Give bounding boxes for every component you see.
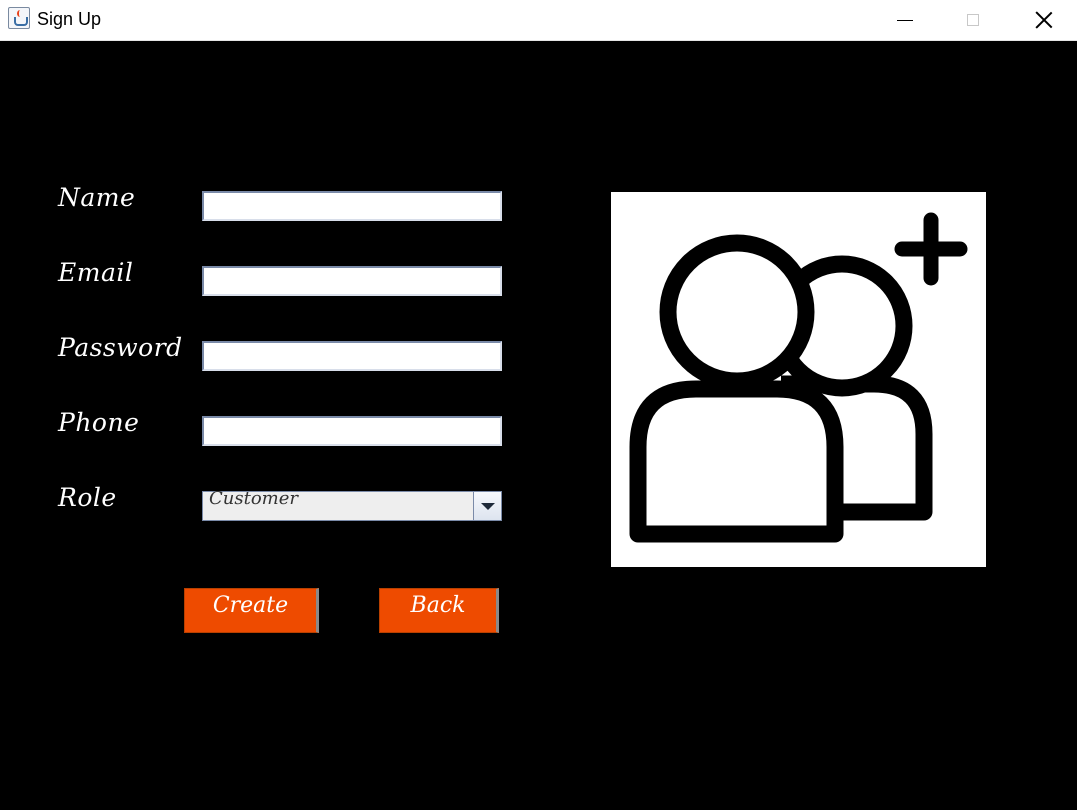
- add-users-illustration: [611, 192, 986, 567]
- email-label: Email: [58, 258, 134, 287]
- name-label: Name: [58, 183, 136, 212]
- name-field[interactable]: [202, 191, 502, 221]
- minimize-icon: [897, 19, 913, 21]
- title-bar: Sign Up: [0, 0, 1077, 41]
- close-button[interactable]: [1021, 0, 1067, 40]
- add-users-icon: [629, 212, 968, 543]
- dropdown-arrow-button[interactable]: [473, 492, 501, 520]
- email-field[interactable]: [202, 266, 502, 296]
- close-icon: [1035, 11, 1053, 29]
- create-button[interactable]: Create: [184, 588, 319, 633]
- maximize-icon: [967, 14, 979, 26]
- back-button[interactable]: Back: [379, 588, 499, 633]
- chevron-down-icon: [480, 502, 495, 510]
- maximize-button[interactable]: [950, 0, 996, 40]
- password-label: Password: [58, 333, 183, 362]
- role-dropdown[interactable]: Customer: [202, 488, 502, 521]
- role-selected-value: Customer: [209, 488, 298, 509]
- password-field[interactable]: [202, 341, 502, 371]
- minimize-button[interactable]: [882, 0, 928, 40]
- role-label: Role: [58, 483, 117, 512]
- phone-label: Phone: [58, 408, 140, 437]
- phone-field[interactable]: [202, 416, 502, 446]
- window-title: Sign Up: [37, 9, 102, 29]
- java-app-icon[interactable]: [8, 7, 30, 29]
